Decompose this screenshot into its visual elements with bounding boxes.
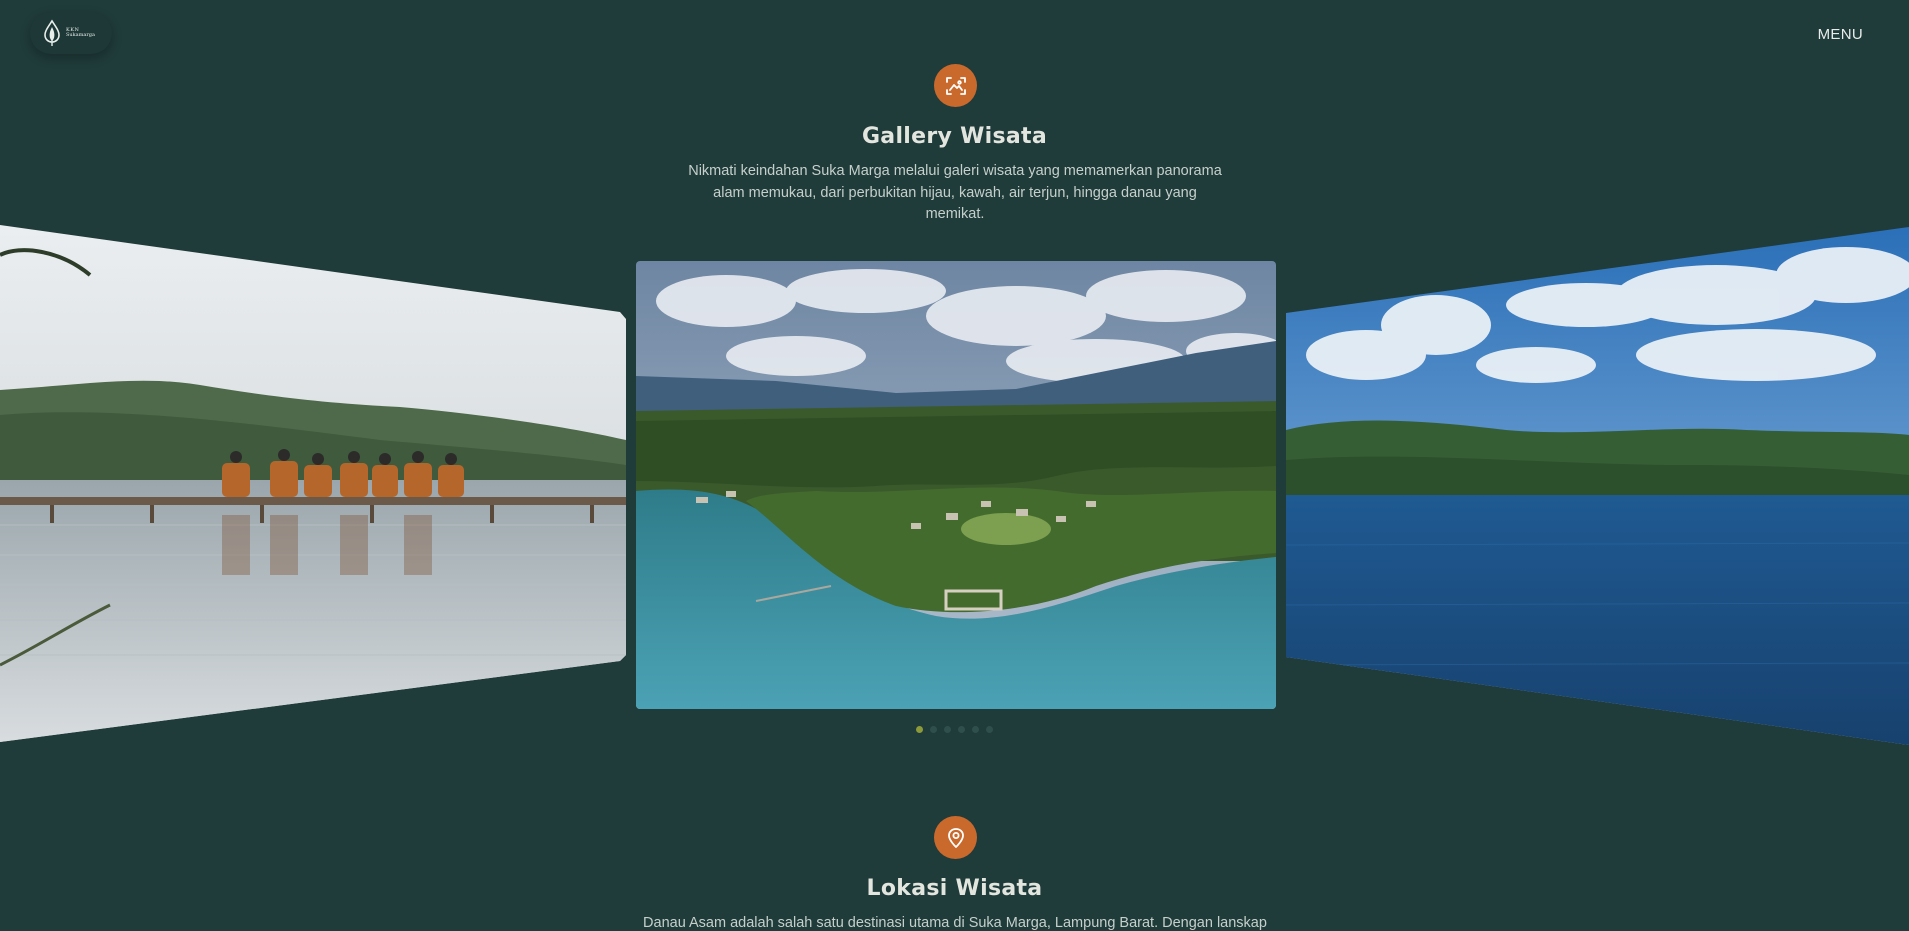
location-description: Danau Asam adalah salah satu destinasi u… <box>643 915 1267 931</box>
location-title: Lokasi Wisata <box>866 876 1043 901</box>
scan-image-icon <box>945 76 966 95</box>
site-logo[interactable]: KKN Sukamarga <box>30 12 112 54</box>
logo-line-2: Sukamarga <box>66 32 95 38</box>
gallery-description: Nikmati keindahan Suka Marga melalui gal… <box>688 163 1222 222</box>
page: KKN Sukamarga MENU Gallery Wisata Nikmat… <box>0 0 1909 931</box>
carousel-dot-4[interactable] <box>958 726 965 733</box>
map-pin-icon <box>947 827 964 848</box>
aerial-village-lake-photo <box>636 261 1276 709</box>
gallery-badge <box>934 64 977 107</box>
carousel-slide-right[interactable] <box>1286 227 1909 745</box>
lake-pier-group-photo <box>0 225 626 742</box>
blue-lake-hills-photo <box>1286 227 1909 745</box>
gallery-title: Gallery Wisata <box>861 124 1048 149</box>
carousel-dot-5[interactable] <box>972 726 979 733</box>
carousel-dot-2[interactable] <box>930 726 937 733</box>
carousel-slide-center[interactable] <box>636 261 1276 709</box>
location-badge <box>934 816 977 859</box>
menu-button[interactable]: MENU <box>1818 26 1863 43</box>
carousel-slide-left[interactable] <box>0 225 626 742</box>
carousel-pagination <box>916 726 993 733</box>
carousel-dot-1[interactable] <box>916 726 923 733</box>
carousel-dot-3[interactable] <box>944 726 951 733</box>
carousel-dot-6[interactable] <box>986 726 993 733</box>
leaf-drop-logo-icon <box>42 19 62 47</box>
logo-text: KKN Sukamarga <box>66 28 95 38</box>
